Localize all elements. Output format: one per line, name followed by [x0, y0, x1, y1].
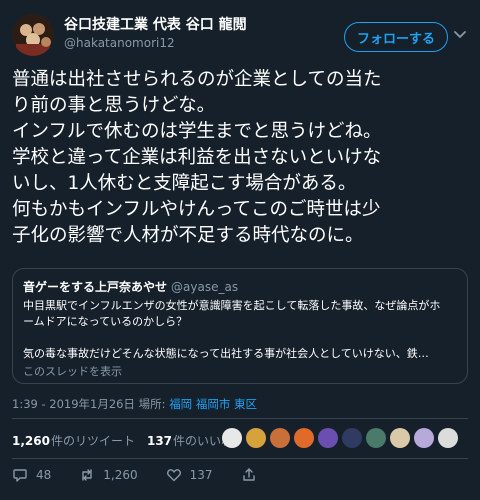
- heart-icon: [166, 469, 181, 482]
- liker-avatar[interactable]: [270, 428, 290, 448]
- tweet-line: いし、1人休むと支障起こす場合がある。: [12, 173, 357, 194]
- share-icon: [242, 468, 255, 481]
- liker-avatar[interactable]: [366, 428, 386, 448]
- liker-avatar[interactable]: [438, 428, 458, 448]
- display-name[interactable]: 谷口技建工業 代表 谷口 龍閲: [64, 16, 247, 34]
- like-stat[interactable]: 137件のいいね: [147, 432, 233, 449]
- divider: [12, 418, 468, 419]
- quoted-display-name: 音ゲーをする上戸奈あやせ: [23, 280, 168, 294]
- quoted-tweet[interactable]: 音ゲーをする上戸奈あやせ @ayase_as 中目黒駅でインフルエンザの女性が意識…: [12, 268, 468, 384]
- tweet-actions: 48 1,260 137: [12, 467, 293, 483]
- retweet-stat-count: 1,260: [12, 433, 50, 448]
- tweet-line: インフルで休むのは学生までと思うけどね。: [12, 121, 382, 142]
- tweet-line: 学校と違って企業は利益を出さないといけな: [12, 147, 382, 168]
- share-button[interactable]: [241, 467, 265, 483]
- retweet-icon: [82, 469, 92, 481]
- reply-count: 48: [36, 468, 52, 482]
- liker-avatars: [222, 428, 462, 448]
- avatar-image: [12, 14, 54, 56]
- chevron-down-icon[interactable]: [452, 26, 468, 42]
- quoted-line: ームドアになっているのかしら？: [23, 315, 188, 328]
- quoted-tweet-header: 音ゲーをする上戸奈あやせ @ayase_as: [23, 279, 457, 295]
- location-link[interactable]: 福岡 福岡市 東区: [169, 397, 257, 411]
- quoted-line: 中目黒駅でインフルエンザの女性が意識障害を起こして転落した事故、なぜ論点がホ: [23, 299, 441, 312]
- avatar[interactable]: [12, 14, 54, 56]
- retweet-stat[interactable]: 1,260件のリツイート: [12, 432, 135, 449]
- like-count: 137: [189, 468, 213, 482]
- liker-avatar[interactable]: [246, 428, 266, 448]
- retweet-count: 1,260: [103, 468, 138, 482]
- quoted-tweet-text: 中目黒駅でインフルエンザの女性が意識障害を起こして転落した事故、なぜ論点がホ ー…: [23, 298, 457, 362]
- quoted-line-gap: [23, 330, 457, 346]
- tweet-timestamp: 1:39 - 2019年1月26日 場所: 福岡 福岡市 東区: [12, 396, 257, 412]
- quoted-handle: @ayase_as: [171, 280, 239, 294]
- liker-avatar[interactable]: [414, 428, 434, 448]
- tweet-line: 子化の影響で人材が不足する時代なのに。: [12, 225, 364, 246]
- user-handle[interactable]: @hakatanomori12: [64, 34, 247, 52]
- show-thread-link[interactable]: このスレッドを表示: [23, 364, 457, 380]
- retweet-stat-label: 件のリツイート: [50, 433, 135, 448]
- tweet-header: 谷口技建工業 代表 谷口 龍閲 @hakatanomori12 フォローする: [12, 12, 468, 62]
- liker-avatar[interactable]: [294, 428, 314, 448]
- tweet-line: り前の事と思うけどな。: [12, 95, 216, 116]
- tweet-line: 普通は出社させられるのが企業としての当た: [12, 69, 382, 90]
- liker-avatar[interactable]: [342, 428, 362, 448]
- reply-icon: [13, 469, 27, 482]
- divider: [12, 458, 468, 459]
- retweet-button[interactable]: 1,260: [79, 467, 138, 483]
- liker-avatar[interactable]: [318, 428, 338, 448]
- engagement-stats: 1,260件のリツイート 137件のいいね: [12, 428, 245, 452]
- quoted-line: 気の毒な事故だけどそんな状態になって出社する事が社会人としていけない、鉄…: [23, 347, 429, 360]
- timestamp-text[interactable]: 1:39 - 2019年1月26日 場所:: [12, 397, 169, 411]
- like-button[interactable]: 137: [166, 467, 213, 483]
- user-info[interactable]: 谷口技建工業 代表 谷口 龍閲 @hakatanomori12: [64, 16, 247, 52]
- liker-avatar[interactable]: [222, 428, 242, 448]
- reply-button[interactable]: 48: [12, 467, 51, 483]
- tweet-line: 何もかもインフルやけんってこのご時世は少: [12, 199, 381, 220]
- follow-button[interactable]: フォローする: [344, 22, 448, 52]
- liker-avatar[interactable]: [390, 428, 410, 448]
- tweet-text: 普通は出社させられるのが企業としての当た り前の事と思うけどな。 インフルで休む…: [12, 67, 472, 249]
- like-stat-count: 137: [146, 433, 173, 448]
